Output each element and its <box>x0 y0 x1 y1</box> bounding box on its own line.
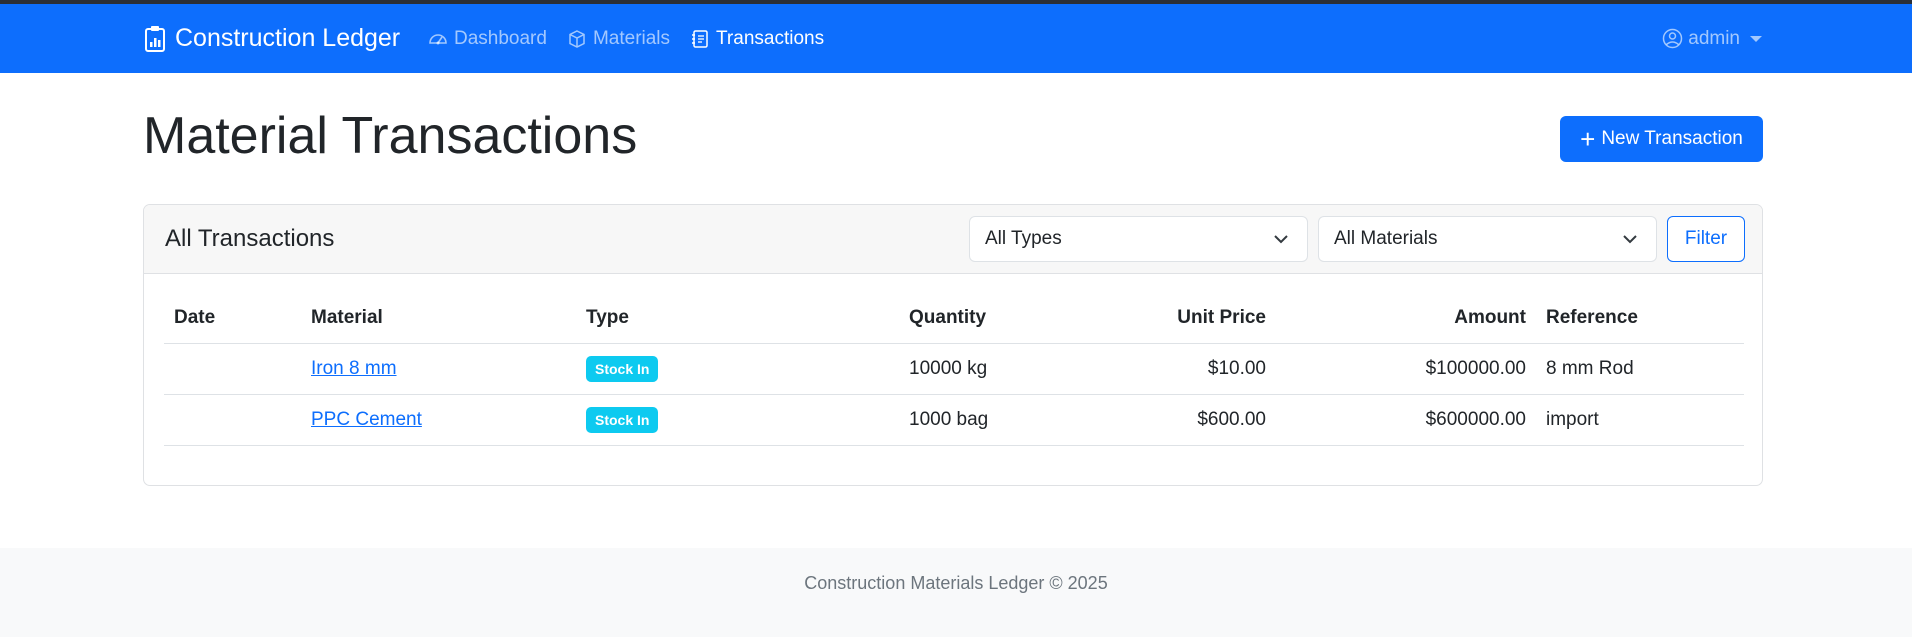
cell-type: Stock In <box>576 394 899 446</box>
transactions-table: Date Material Type Quantity Unit Price A… <box>164 293 1744 446</box>
table-row: Iron 8 mm Stock In 10000 kg $10.00 $1000… <box>164 343 1744 395</box>
col-type: Type <box>576 293 899 344</box>
main-nav: Dashboard Materials Transactions <box>428 4 844 73</box>
nav-materials-label: Materials <box>592 27 671 49</box>
user-menu-toggle[interactable]: admin <box>1662 4 1762 73</box>
cell-quantity: 1000 bag <box>899 394 1056 446</box>
speedometer-icon <box>429 33 447 44</box>
nav-dashboard[interactable]: Dashboard <box>428 28 547 50</box>
cell-unit-price: $600.00 <box>1056 394 1276 446</box>
cell-amount: $100000.00 <box>1276 343 1536 395</box>
material-filter-value: All Materials <box>1334 228 1438 249</box>
cell-quantity: 10000 kg <box>899 343 1056 395</box>
caret-down-icon <box>1750 35 1762 42</box>
card-title: All Transactions <box>165 225 335 252</box>
brand-name: Construction Ledger <box>175 24 401 52</box>
col-reference: Reference <box>1536 293 1744 344</box>
type-badge: Stock In <box>586 407 659 433</box>
cell-unit-price: $10.00 <box>1056 343 1276 395</box>
plus-icon: + <box>1580 124 1596 154</box>
material-link[interactable]: PPC Cement <box>311 409 422 430</box>
page-title: Material Transactions <box>143 107 638 165</box>
nav-transactions-label: Transactions <box>716 27 825 49</box>
type-badge: Stock In <box>586 356 659 382</box>
table-row: PPC Cement Stock In 1000 bag $600.00 $60… <box>164 394 1744 446</box>
col-amount: Amount <box>1276 293 1536 344</box>
journal-text-icon <box>692 29 708 48</box>
username: admin <box>1688 27 1740 49</box>
material-filter-select[interactable]: All Materials <box>1318 216 1657 262</box>
col-material: Material <box>301 293 576 344</box>
cell-date <box>164 343 301 395</box>
cell-reference: 8 mm Rod <box>1536 343 1744 395</box>
nav-materials[interactable]: Materials <box>567 28 670 50</box>
box-icon <box>569 29 585 48</box>
footer: Construction Materials Ledger © 2025 <box>0 548 1912 637</box>
filter-button[interactable]: Filter <box>1667 216 1745 262</box>
clipboard-data-icon <box>145 25 165 52</box>
cell-amount: $600000.00 <box>1276 394 1536 446</box>
col-quantity: Quantity <box>899 293 1056 344</box>
footer-text: Construction Materials Ledger © 2025 <box>804 573 1108 593</box>
type-filter-value: All Types <box>985 228 1062 249</box>
material-link[interactable]: Iron 8 mm <box>311 358 397 379</box>
cell-type: Stock In <box>576 343 899 395</box>
card-header: All Transactions All Types All Materials… <box>144 205 1762 274</box>
cell-material: Iron 8 mm <box>301 343 576 395</box>
chevron-down-icon <box>1623 235 1637 244</box>
cell-date <box>164 394 301 446</box>
person-circle-icon <box>1663 28 1683 49</box>
cell-material: PPC Cement <box>301 394 576 446</box>
brand-link[interactable]: Construction Ledger <box>144 4 400 73</box>
new-transaction-button[interactable]: + New Transaction <box>1560 116 1763 162</box>
navbar: Construction Ledger Dashboard Materials <box>0 4 1912 73</box>
transactions-card: All Transactions All Types All Materials… <box>143 204 1763 486</box>
nav-dashboard-label: Dashboard <box>454 27 547 49</box>
table-header-row: Date Material Type Quantity Unit Price A… <box>164 293 1744 344</box>
type-filter-select[interactable]: All Types <box>969 216 1308 262</box>
col-unit-price: Unit Price <box>1056 293 1276 344</box>
cell-reference: import <box>1536 394 1744 446</box>
col-date: Date <box>164 293 301 344</box>
chevron-down-icon <box>1274 235 1288 244</box>
new-transaction-label: New Transaction <box>1601 128 1743 149</box>
nav-transactions[interactable]: Transactions <box>690 28 824 50</box>
